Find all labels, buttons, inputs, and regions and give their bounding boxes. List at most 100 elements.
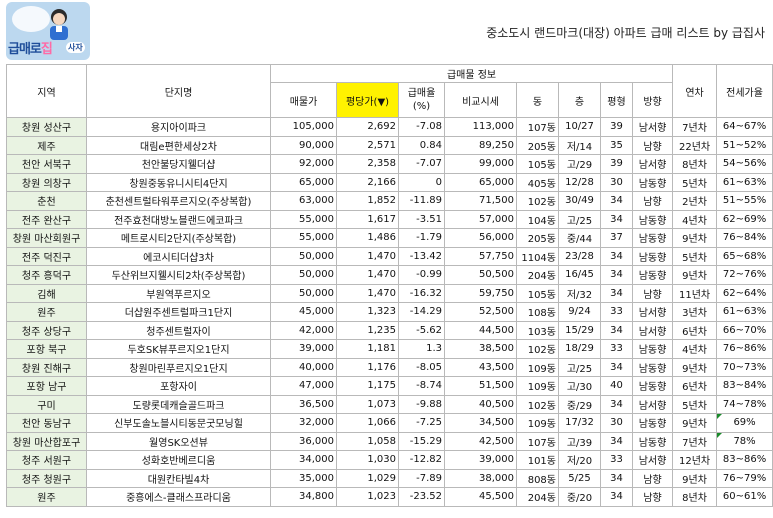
table-row[interactable]: 청주 서원구 성화호반베르디움 34,000 1,030 -12.82 39,000 101…	[6, 450, 773, 470]
cell-region: 창원 마산회원구	[6, 228, 87, 248]
cell-jeonse-ratio: 70~73%	[716, 357, 773, 377]
cell-direction: 남동향	[631, 376, 674, 396]
cell-price: 42,000	[270, 320, 337, 340]
table-row[interactable]: 천안 동남구 신부도솔노블시티동문굿모닝힐 32,000 1,066 -7.25 34,5…	[6, 413, 773, 433]
cell-comparable: 40,500	[444, 394, 517, 414]
table-row[interactable]: 창원 마산회원구 메트로시티2단지(주상복합) 55,000 1,486 -1.79 56…	[6, 228, 773, 248]
cell-price-per-pyeong: 1,176	[336, 357, 399, 377]
cell-age: 7년차	[672, 431, 718, 451]
cell-discount: -5.62	[398, 320, 445, 340]
table-row[interactable]: 전주 완산구 전주효천대방노블랜드에코파크 55,000 1,617 -3.51 57,0…	[6, 209, 773, 229]
header-price-per-pyeong-sort[interactable]: 평당가(▼)	[336, 82, 399, 118]
table-row[interactable]: 포항 남구 포항자이 47,000 1,175 -8.74 51,500 109동 고/30 4…	[6, 376, 773, 396]
cell-region: 전주 덕진구	[6, 246, 87, 266]
table-row[interactable]: 천안 서북구 천안불당지웰더샵 92,000 2,358 -7.07 99,000 105동…	[6, 154, 773, 174]
cell-floor: 16/45	[558, 265, 601, 285]
cell-direction: 남서향	[631, 302, 674, 322]
table-row[interactable]: 창원 진해구 창원마린푸르지오1단지 40,000 1,176 -8.05 43,500 1…	[6, 357, 773, 377]
header-discount: 급매율 (%)	[398, 82, 445, 118]
cell-pyeong: 39	[600, 117, 633, 137]
cell-building: 109동	[516, 376, 559, 396]
table-row[interactable]: 제주 대림e편한세상2차 90,000 2,571 0.84 89,250 205동 저/14…	[6, 135, 773, 155]
table-row[interactable]: 전주 덕진구 에코시티더샵3차 50,000 1,470 -13.42 57,750 110…	[6, 246, 773, 266]
cell-region: 포항 남구	[6, 376, 87, 396]
cell-discount: -3.51	[398, 209, 445, 229]
cell-complex: 메트로시티2단지(주상복합)	[86, 228, 271, 248]
cell-jeonse-ratio: 62~64%	[716, 283, 773, 303]
cell-complex: 두호SK뷰푸르지오1단지	[86, 339, 271, 359]
cell-price-per-pyeong: 1,235	[336, 320, 399, 340]
table-row[interactable]: 청주 청원구 대원칸타빌4차 35,000 1,029 -7.89 38,000 808동 5…	[6, 468, 773, 488]
cell-price: 45,000	[270, 302, 337, 322]
cell-direction: 남동향	[631, 172, 674, 192]
cell-direction: 남서향	[631, 394, 674, 414]
cell-building: 205동	[516, 228, 559, 248]
cell-price: 55,000	[270, 228, 337, 248]
cell-complex: 성화호반베르디움	[86, 450, 271, 470]
cell-price-per-pyeong: 1,470	[336, 265, 399, 285]
cell-discount: -7.25	[398, 413, 445, 433]
cell-building: 109동	[516, 357, 559, 377]
cell-discount: -7.89	[398, 468, 445, 488]
table-row[interactable]: 창원 의창구 창원중동유니시티4단지 65,000 2,166 0 65,000 405동 1…	[6, 172, 773, 192]
table-row[interactable]: 원주 더샵원주센트럴파크1단지 45,000 1,323 -14.29 52,500 108…	[6, 302, 773, 322]
cell-discount: -8.05	[398, 357, 445, 377]
cell-pyeong: 34	[600, 191, 633, 211]
table-row[interactable]: 구미 도량롯데캐슬골드파크 36,500 1,073 -9.88 40,500 102동 중/…	[6, 394, 773, 414]
header-region: 지역	[6, 64, 87, 118]
cell-price: 65,000	[270, 172, 337, 192]
cell-region: 포항 북구	[6, 339, 87, 359]
cell-price: 105,000	[270, 117, 337, 137]
cell-discount: -7.07	[398, 154, 445, 174]
cell-price: 50,000	[270, 246, 337, 266]
cell-complex: 전주효천대방노블랜드에코파크	[86, 209, 271, 229]
cell-complex: 창원중동유니시티4단지	[86, 172, 271, 192]
cell-age: 9년차	[672, 228, 718, 248]
cell-direction: 남향	[631, 191, 674, 211]
table-row[interactable]: 창원 마산합포구 월영SK오션뷰 36,000 1,058 -15.29 42,500 10…	[6, 431, 773, 451]
cell-complex: 도량롯데캐슬골드파크	[86, 394, 271, 414]
table-row[interactable]: 청주 흥덕구 두산위브지웰시티2차(주상복합) 50,000 1,470 -0.99 50…	[6, 265, 773, 285]
cell-region: 춘천	[6, 191, 87, 211]
cell-floor: 10/27	[558, 117, 601, 137]
cell-comparable: 38,000	[444, 468, 517, 488]
table-row[interactable]: 원주 중흥에스-클래스프라디움 34,800 1,023 -23.52 45,500 204…	[6, 487, 773, 507]
cell-price-per-pyeong: 1,029	[336, 468, 399, 488]
cell-complex: 대원칸타빌4차	[86, 468, 271, 488]
cell-floor: 저/32	[558, 283, 601, 303]
cell-jeonse-ratio-text: 78%	[733, 435, 756, 447]
cell-price: 90,000	[270, 135, 337, 155]
cell-floor: 9/24	[558, 302, 601, 322]
cell-direction: 남향	[631, 283, 674, 303]
cell-building: 109동	[516, 413, 559, 433]
cell-pyeong: 33	[600, 302, 633, 322]
table-row[interactable]: 포항 북구 두호SK뷰푸르지오1단지 39,000 1,181 1.3 38,500 102…	[6, 339, 773, 359]
table-row[interactable]: 춘천 춘천센트럴타워푸르지오(주상복합) 63,000 1,852 -11.89 71,5…	[6, 191, 773, 211]
cell-pyeong: 30	[600, 413, 633, 433]
cell-comparable: 50,500	[444, 265, 517, 285]
cell-region: 청주 흥덕구	[6, 265, 87, 285]
cell-building: 102동	[516, 339, 559, 359]
cell-discount: -23.52	[398, 487, 445, 507]
cell-comparable: 57,750	[444, 246, 517, 266]
cell-region: 청주 서원구	[6, 450, 87, 470]
cell-region: 청주 청원구	[6, 468, 87, 488]
cell-comparable: 45,500	[444, 487, 517, 507]
cell-direction: 남동향	[631, 413, 674, 433]
cell-region: 창원 의창구	[6, 172, 87, 192]
cell-complex: 포항자이	[86, 376, 271, 396]
table-row[interactable]: 김해 부원역푸르지오 50,000 1,470 -16.32 59,750 105동 저/32…	[6, 283, 773, 303]
cell-pyeong: 34	[600, 394, 633, 414]
header-direction: 방향	[631, 82, 674, 118]
table-row[interactable]: 창원 성산구 용지아이파크 105,000 2,692 -7.08 113,000 107동…	[6, 117, 773, 137]
cell-building: 103동	[516, 320, 559, 340]
cell-price-per-pyeong: 1,073	[336, 394, 399, 414]
cell-building: 102동	[516, 394, 559, 414]
table-row[interactable]: 청주 상당구 청주센트럴자이 42,000 1,235 -5.62 44,500 103동 1…	[6, 320, 773, 340]
cell-building: 204동	[516, 265, 559, 285]
cell-region: 천안 서북구	[6, 154, 87, 174]
cell-price-per-pyeong: 1,181	[336, 339, 399, 359]
cell-price: 40,000	[270, 357, 337, 377]
cell-floor: 중/44	[558, 228, 601, 248]
cell-pyeong: 34	[600, 246, 633, 266]
